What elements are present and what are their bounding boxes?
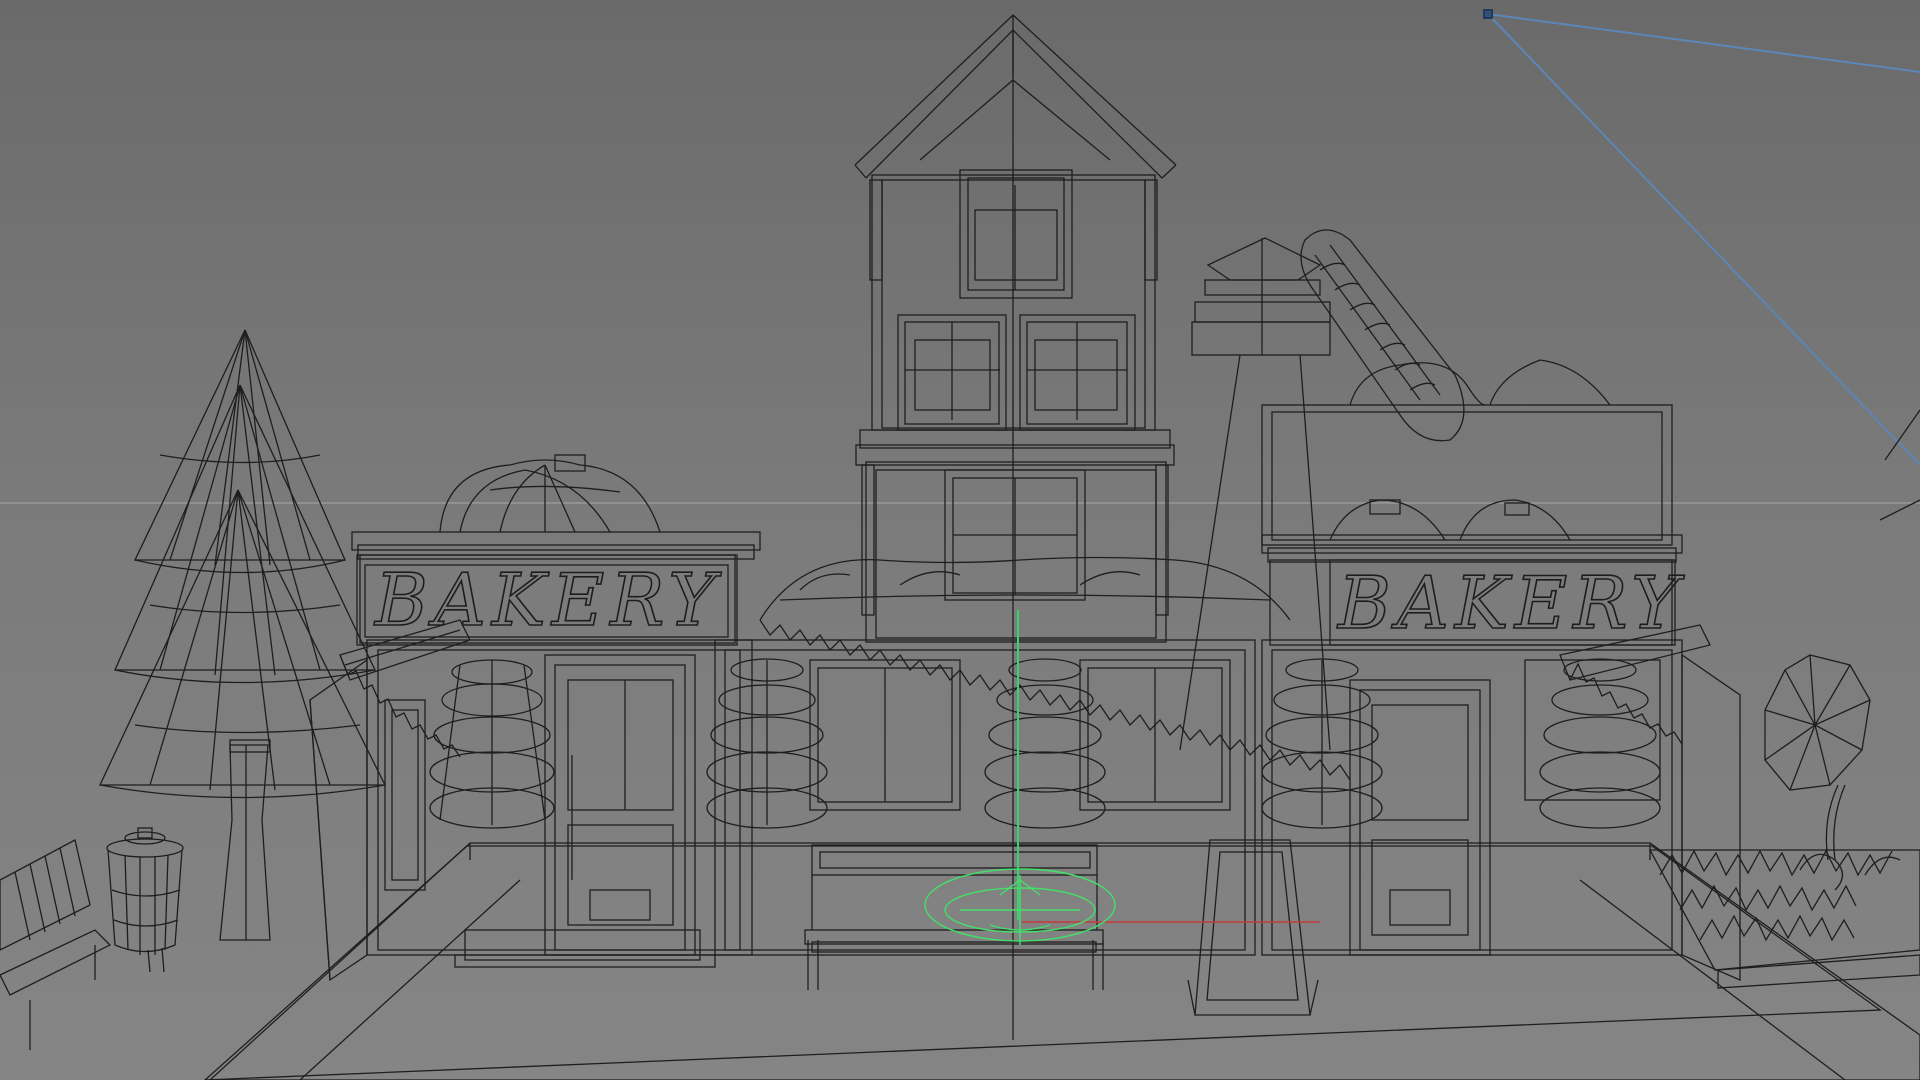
topiary-bush-1[interactable] xyxy=(429,659,555,829)
shop-left[interactable] xyxy=(309,454,761,982)
bench-center[interactable] xyxy=(804,844,1104,990)
topiary-bush-5[interactable] xyxy=(1539,658,1661,829)
a-frame-sign[interactable] xyxy=(1187,839,1319,1016)
lowpoly-tree-right[interactable] xyxy=(1764,409,1920,861)
topiary-bush-4[interactable] xyxy=(1261,658,1383,829)
bench-left[interactable] xyxy=(0,839,112,1050)
flower-bed[interactable] xyxy=(1648,849,1920,989)
sign-text-left: BAKERY xyxy=(373,558,722,642)
shop-center[interactable] xyxy=(714,556,1351,956)
sign-text-right: BAKERY xyxy=(1336,561,1685,645)
scene-wireframe[interactable]: BAKERY BAKERY xyxy=(0,0,1920,1080)
ground-plane[interactable] xyxy=(204,842,1920,1080)
sign-board-right[interactable]: BAKERY xyxy=(1329,559,1685,646)
tower-center[interactable] xyxy=(854,14,1177,1040)
pine-tree-left[interactable] xyxy=(98,329,387,941)
camera-helper[interactable] xyxy=(1483,9,1920,466)
3d-viewport[interactable]: BAKERY BAKERY xyxy=(0,0,1920,1080)
trash-can[interactable] xyxy=(106,827,184,973)
sign-board-left[interactable]: BAKERY xyxy=(359,554,736,644)
